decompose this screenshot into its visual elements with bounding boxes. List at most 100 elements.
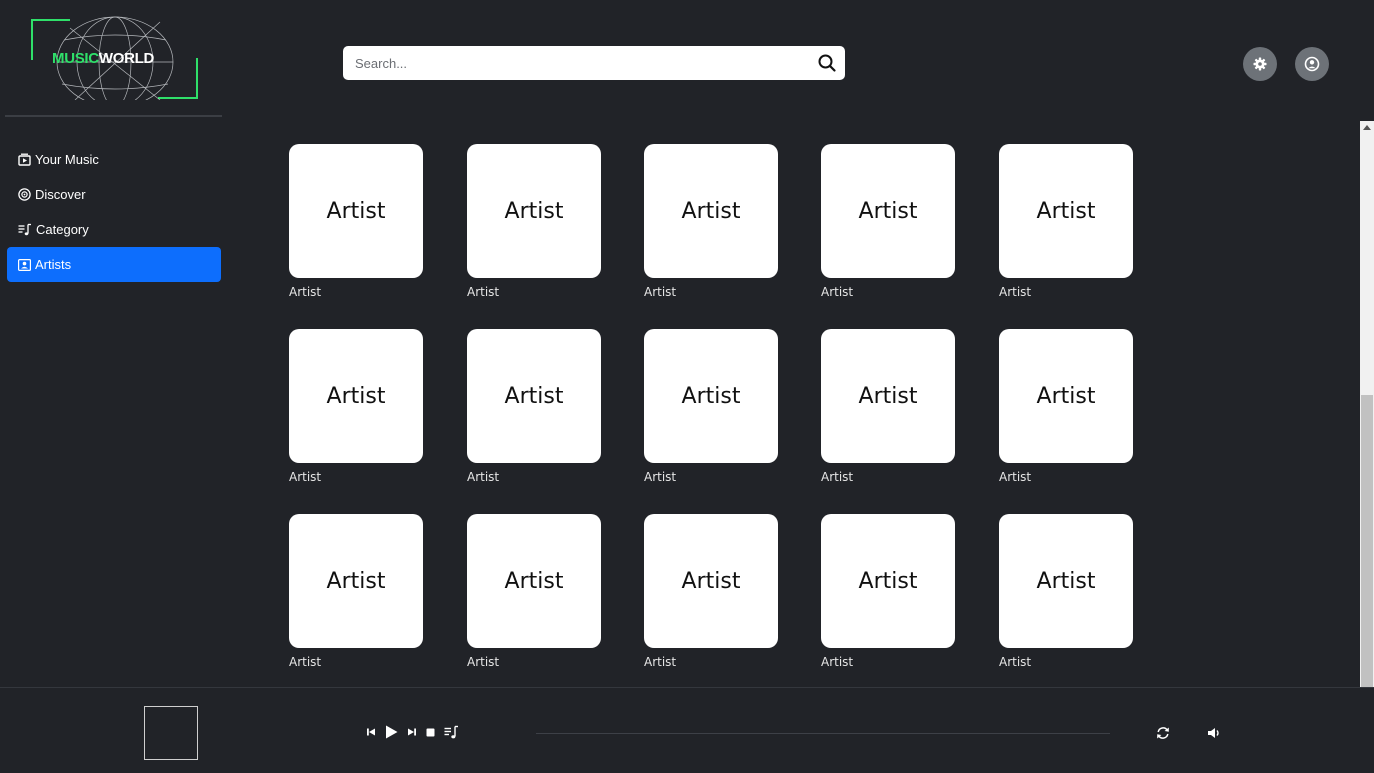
artist-image-text: Artist — [858, 198, 918, 224]
artist-name: Artist — [999, 285, 1032, 299]
artist-card[interactable]: Artist Artist — [999, 329, 1133, 484]
artist-card[interactable]: Artist Artist — [644, 144, 778, 299]
progress-bar[interactable] — [536, 733, 1110, 734]
artist-image[interactable]: Artist — [467, 144, 601, 278]
sidebar-item-label: Category — [36, 222, 89, 237]
artist-card[interactable]: Artist Artist — [821, 144, 955, 299]
logo-text-world: WORLD — [98, 50, 154, 67]
sidebar-item-label: Artists — [35, 257, 72, 272]
scroll-up-arrow-icon[interactable] — [1363, 125, 1371, 130]
artist-card[interactable]: Artist Artist — [289, 144, 423, 299]
artist-card[interactable]: Artist Artist — [289, 329, 423, 484]
artist-card[interactable]: Artist Artist — [644, 329, 778, 484]
artist-image[interactable]: Artist — [999, 329, 1133, 463]
stop-icon — [426, 728, 435, 736]
artist-name: Artist — [821, 285, 854, 299]
logo-text: MUSICWORLD — [52, 50, 154, 67]
playlist-icon — [18, 223, 31, 236]
artist-name: Artist — [644, 655, 677, 669]
music-library-icon — [18, 153, 31, 166]
artist-name: Artist — [289, 285, 322, 299]
artist-card[interactable]: Artist Artist — [467, 329, 601, 484]
artist-name: Artist — [644, 285, 677, 299]
artist-name: Artist — [467, 655, 500, 669]
app-logo[interactable]: MUSICWORLD — [30, 12, 200, 100]
play-icon — [386, 725, 398, 739]
artist-image-text: Artist — [326, 198, 386, 224]
user-circle-icon — [1304, 56, 1320, 72]
artist-name: Artist — [467, 285, 500, 299]
disc-icon — [18, 188, 31, 201]
artist-image-text: Artist — [326, 383, 386, 409]
player-divider — [0, 687, 1374, 688]
artist-image[interactable]: Artist — [821, 514, 955, 648]
sidebar-item-discover[interactable]: Discover — [7, 177, 221, 212]
next-button[interactable] — [407, 727, 417, 737]
artist-image[interactable]: Artist — [644, 514, 778, 648]
artist-image-text: Artist — [681, 383, 741, 409]
artist-name: Artist — [289, 655, 322, 669]
artist-image[interactable]: Artist — [644, 144, 778, 278]
playback-controls — [366, 725, 468, 739]
artist-card[interactable]: Artist Artist — [821, 329, 955, 484]
artist-card[interactable]: Artist Artist — [999, 514, 1133, 669]
artist-name: Artist — [999, 470, 1032, 484]
search-button[interactable] — [817, 53, 837, 73]
sidebar-item-artists[interactable]: Artists — [7, 247, 221, 282]
artist-name: Artist — [289, 470, 322, 484]
previous-button[interactable] — [366, 727, 376, 737]
album-art — [144, 706, 198, 760]
artist-card[interactable]: Artist Artist — [821, 514, 955, 669]
search-icon — [818, 54, 836, 72]
artist-name: Artist — [644, 470, 677, 484]
artist-card[interactable]: Artist Artist — [467, 514, 601, 669]
artist-name: Artist — [821, 470, 854, 484]
person-card-icon — [18, 258, 31, 271]
artist-image[interactable]: Artist — [467, 514, 601, 648]
artist-image[interactable]: Artist — [821, 329, 955, 463]
repeat-icon — [1157, 727, 1169, 739]
gear-icon — [1253, 57, 1267, 71]
artist-card[interactable]: Artist Artist — [467, 144, 601, 299]
artist-card[interactable]: Artist Artist — [999, 144, 1133, 299]
sidebar-nav: Your Music Discover Category Artists — [7, 142, 221, 282]
sidebar-item-your-music[interactable]: Your Music — [7, 142, 221, 177]
artist-card[interactable]: Artist Artist — [289, 514, 423, 669]
artist-image-text: Artist — [858, 568, 918, 594]
artist-image[interactable]: Artist — [999, 144, 1133, 278]
search-input[interactable] — [343, 46, 803, 80]
scrollbar-thumb[interactable] — [1361, 395, 1373, 687]
artist-image-text: Artist — [326, 568, 386, 594]
artist-image-text: Artist — [504, 568, 564, 594]
search-bar — [343, 46, 845, 80]
artist-image-text: Artist — [504, 198, 564, 224]
artist-image[interactable]: Artist — [999, 514, 1133, 648]
play-button[interactable] — [385, 725, 398, 739]
stop-button[interactable] — [426, 728, 435, 737]
artist-image-text: Artist — [858, 383, 918, 409]
artist-image[interactable]: Artist — [467, 329, 601, 463]
sidebar-item-category[interactable]: Category — [7, 212, 221, 247]
sidebar-divider — [5, 115, 222, 117]
artist-image[interactable]: Artist — [644, 329, 778, 463]
previous-icon — [367, 728, 375, 736]
artist-image[interactable]: Artist — [289, 329, 423, 463]
repeat-button[interactable] — [1156, 726, 1170, 745]
logo-text-music: MUSIC — [52, 50, 99, 67]
next-icon — [408, 728, 416, 736]
artist-image[interactable]: Artist — [289, 144, 423, 278]
artist-name: Artist — [821, 655, 854, 669]
volume-button[interactable] — [1207, 726, 1221, 745]
artist-image-text: Artist — [1036, 198, 1096, 224]
sidebar-item-label: Discover — [35, 187, 86, 202]
artist-image-text: Artist — [1036, 383, 1096, 409]
queue-icon — [444, 725, 458, 739]
settings-button[interactable] — [1243, 47, 1277, 81]
sidebar-item-label: Your Music — [35, 152, 99, 167]
queue-button[interactable] — [444, 725, 459, 739]
artist-image[interactable]: Artist — [289, 514, 423, 648]
profile-button[interactable] — [1295, 47, 1329, 81]
artist-card[interactable]: Artist Artist — [644, 514, 778, 669]
artist-image[interactable]: Artist — [821, 144, 955, 278]
artist-image-text: Artist — [1036, 568, 1096, 594]
